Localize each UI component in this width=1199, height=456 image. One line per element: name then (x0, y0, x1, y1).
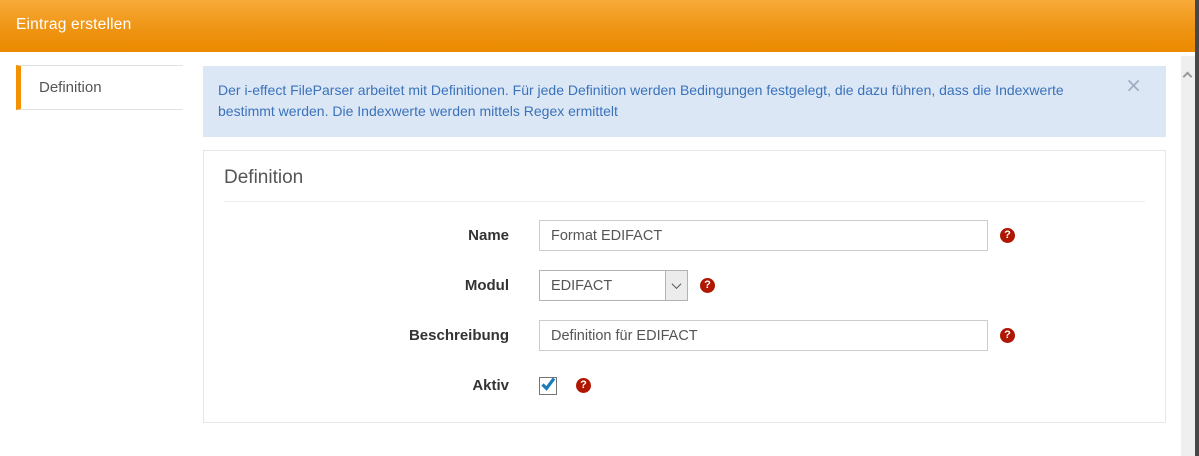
modul-select-value: EDIFACT (540, 271, 665, 300)
modul-label: Modul (224, 277, 509, 294)
select-arrow-box[interactable] (665, 271, 687, 300)
beschreibung-label: Beschreibung (224, 327, 509, 344)
sidebar-item-label: Definition (39, 79, 102, 96)
window-edge (1195, 0, 1199, 456)
name-input[interactable] (539, 220, 988, 251)
name-label: Name (224, 227, 509, 244)
help-icon[interactable]: ? (700, 278, 715, 293)
vertical-scrollbar[interactable] (1181, 56, 1195, 456)
info-alert: Der i-effect FileParser arbeitet mit Def… (203, 66, 1166, 137)
aktiv-label: Aktiv (224, 377, 509, 394)
beschreibung-input[interactable] (539, 320, 988, 351)
form-row-beschreibung: Beschreibung ? (224, 320, 1145, 351)
chevron-down-icon (672, 279, 682, 289)
scroll-up-icon[interactable] (1183, 72, 1193, 82)
close-icon[interactable]: × (1125, 75, 1142, 95)
modul-select[interactable]: EDIFACT (539, 270, 688, 301)
form-row-aktiv: Aktiv ? (224, 370, 1145, 401)
page-title: Eintrag erstellen (16, 16, 131, 34)
help-icon[interactable]: ? (1000, 228, 1015, 243)
header-bar: Eintrag erstellen (0, 0, 1195, 52)
definition-form: Name ? Modul EDIFACT ? Beschreibung (224, 220, 1145, 401)
help-icon[interactable]: ? (576, 378, 591, 393)
definition-panel: Definition Name ? Modul EDIFACT ? (203, 150, 1166, 423)
panel-title: Definition (224, 151, 1145, 189)
help-icon[interactable]: ? (1000, 328, 1015, 343)
sidebar-item-definition[interactable]: Definition (16, 65, 183, 110)
checkmark-icon (540, 376, 556, 392)
info-alert-text: Der i-effect FileParser arbeitet mit Def… (218, 82, 1064, 119)
form-row-modul: Modul EDIFACT ? (224, 270, 1145, 301)
aktiv-checkbox[interactable] (539, 377, 557, 395)
panel-divider (224, 201, 1145, 202)
form-row-name: Name ? (224, 220, 1145, 251)
